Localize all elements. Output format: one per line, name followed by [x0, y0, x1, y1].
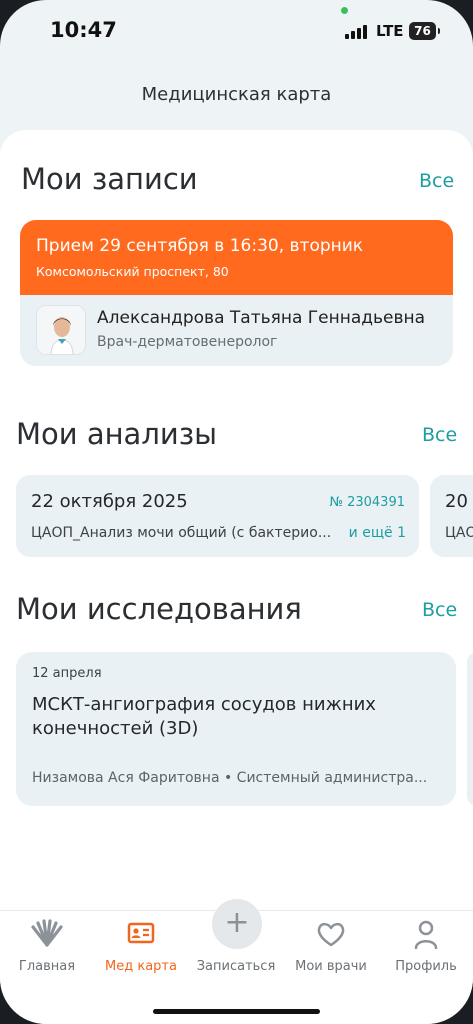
analysis-date: 20: [445, 491, 468, 512]
doctor-photo-icon: [37, 306, 85, 354]
tab-book[interactable]: + Записаться: [189, 899, 283, 991]
tab-med-card-label: Мед карта: [105, 959, 177, 974]
tab-home[interactable]: Главная: [0, 911, 94, 991]
research-meta: Низамова Ася Фаритовна • Системный админ…: [32, 770, 428, 786]
plus-icon[interactable]: +: [212, 899, 262, 949]
tab-profile-label: Профиль: [395, 959, 457, 974]
network-type: LTE: [376, 22, 404, 40]
research-name: МСКТ-ангиография сосудов нижних конечнос…: [32, 694, 376, 739]
tab-bar: Главная Мед карта + Записаться Мои врачи: [0, 899, 473, 1024]
status-time: 10:47: [50, 18, 117, 42]
signal-icon: [345, 25, 367, 39]
shell-logo-icon: [31, 919, 63, 947]
research-see-all-link[interactable]: Все: [422, 599, 457, 621]
analyses-see-all-link[interactable]: Все: [422, 424, 457, 446]
analysis-number: № 2304391: [329, 495, 405, 510]
research-date: 12 апреля: [32, 666, 102, 681]
tab-my-doctors[interactable]: Мои врачи: [284, 911, 378, 991]
person-icon: [414, 920, 438, 949]
medical-card-icon: [127, 922, 155, 944]
research-card[interactable]: 12 апреля МСКТ-ангиография сосудов нижни…: [16, 652, 456, 806]
analyses-title: Мои анализы: [16, 417, 218, 451]
analysis-card[interactable]: 22 октября 2025 № 2304391 ЦАОП_Анализ мо…: [16, 475, 419, 557]
doctor-role: Врач-дерматовенеролог: [97, 334, 278, 350]
research-title: Мои исследования: [16, 592, 302, 626]
tab-home-label: Главная: [18, 959, 76, 974]
analysis-card[interactable]: 20 ЦАО: [430, 475, 473, 557]
appointments-see-all-link[interactable]: Все: [419, 170, 454, 192]
camera-indicator-icon: [341, 7, 348, 14]
tab-my-doctors-label: Мои врачи: [295, 959, 367, 974]
analysis-date: 22 октября 2025: [31, 491, 188, 512]
doctor-name: Александрова Татьяна Геннадьевна: [97, 308, 426, 328]
analysis-description: ЦАОП_Анализ мочи общий (с бактерио...: [31, 525, 332, 541]
analysis-more-link[interactable]: и ещё 1: [349, 525, 406, 541]
tab-book-label: Записаться: [196, 959, 276, 974]
battery-icon: 76: [409, 22, 440, 40]
heart-icon: [317, 922, 345, 947]
phone-screen: 10:47 LTE 76 Медицинская карта Мои запис…: [0, 0, 473, 1024]
doctor-avatar: [36, 305, 86, 355]
page-title: Медицинская карта: [141, 84, 332, 105]
analysis-description: ЦАО: [445, 525, 473, 541]
status-bar: 10:47 LTE 76: [0, 0, 473, 60]
tab-profile[interactable]: Профиль: [379, 911, 473, 991]
research-card[interactable]: [467, 652, 473, 806]
appointment-address: Комсомольский проспект, 80: [36, 264, 229, 279]
tab-med-card[interactable]: Мед карта: [94, 911, 188, 991]
appointment-header: Прием 29 сентября в 16:30, вторник Комсо…: [20, 220, 453, 295]
home-indicator[interactable]: [153, 1009, 320, 1014]
content-panel: Мои записи Все Прием 29 сентября в 16:30…: [0, 130, 473, 910]
appointment-title: Прием 29 сентября в 16:30, вторник: [36, 236, 364, 256]
appointment-card[interactable]: Прием 29 сентября в 16:30, вторник Комсо…: [20, 220, 453, 366]
appointments-title: Мои записи: [21, 162, 198, 196]
